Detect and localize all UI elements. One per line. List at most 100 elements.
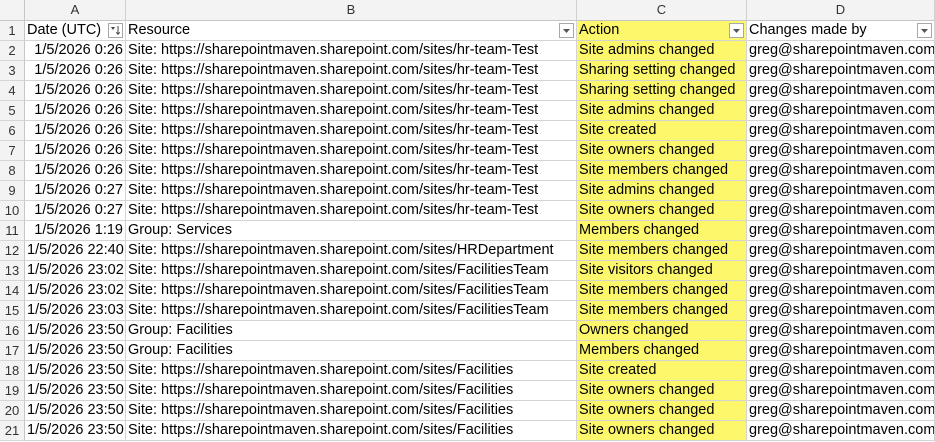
row-header[interactable]: 16 [0,321,25,341]
cell-action[interactable]: Site admins changed [577,101,747,121]
cell-date[interactable]: 1/5/2026 23:02 [25,261,126,281]
cell-date[interactable]: 1/5/2026 23:03 [25,301,126,321]
row-header[interactable]: 12 [0,241,25,261]
cell-changed-by[interactable]: greg@sharepointmaven.com [747,201,935,221]
row-header[interactable]: 3 [0,61,25,81]
column-header-b[interactable]: B [126,0,577,21]
cell-resource[interactable]: Site: https://sharepointmaven.sharepoint… [126,61,577,81]
row-header[interactable]: 19 [0,381,25,401]
cell-date[interactable]: 1/5/2026 0:26 [25,61,126,81]
cell-action[interactable]: Site admins changed [577,181,747,201]
cell-resource[interactable]: Group: Facilities [126,341,577,361]
column-header-a[interactable]: A [25,0,126,21]
cell-action[interactable]: Sharing setting changed [577,81,747,101]
cell-resource[interactable]: Group: Services [126,221,577,241]
cell-changed-by[interactable]: greg@sharepointmaven.com [747,221,935,241]
cell-resource[interactable]: Site: https://sharepointmaven.sharepoint… [126,261,577,281]
select-all-corner[interactable] [0,0,25,21]
cell-date[interactable]: 1/5/2026 0:27 [25,181,126,201]
cell-changed-by[interactable]: greg@sharepointmaven.com [747,401,935,421]
row-header[interactable]: 5 [0,101,25,121]
cell-date[interactable]: 1/5/2026 23:50 [25,381,126,401]
cell-resource[interactable]: Site: https://sharepointmaven.sharepoint… [126,361,577,381]
row-header[interactable]: 1 [0,21,25,41]
filter-button-action[interactable] [729,23,744,38]
cell-changed-by[interactable]: greg@sharepointmaven.com [747,421,935,441]
cell-resource[interactable]: Site: https://sharepointmaven.sharepoint… [126,161,577,181]
column-header-c[interactable]: C [577,0,747,21]
cell-date[interactable]: 1/5/2026 1:19 [25,221,126,241]
cell-changed-by[interactable]: greg@sharepointmaven.com [747,341,935,361]
cell-resource[interactable]: Site: https://sharepointmaven.sharepoint… [126,401,577,421]
row-header[interactable]: 9 [0,181,25,201]
row-header[interactable]: 17 [0,341,25,361]
cell-changed-by[interactable]: greg@sharepointmaven.com [747,261,935,281]
row-header[interactable]: 20 [0,401,25,421]
cell-action[interactable]: Site owners changed [577,201,747,221]
cell-changed-by[interactable]: greg@sharepointmaven.com [747,241,935,261]
cell-date[interactable]: 1/5/2026 0:27 [25,201,126,221]
cell-action[interactable]: Site visitors changed [577,261,747,281]
row-header[interactable]: 21 [0,421,25,441]
row-header[interactable]: 15 [0,301,25,321]
cell-resource[interactable]: Site: https://sharepointmaven.sharepoint… [126,141,577,161]
cell-resource[interactable]: Group: Facilities [126,321,577,341]
cell-date[interactable]: 1/5/2026 0:26 [25,101,126,121]
cell-resource[interactable]: Site: https://sharepointmaven.sharepoint… [126,301,577,321]
cell-changed-by[interactable]: greg@sharepointmaven.com [747,361,935,381]
cell-date[interactable]: 1/5/2026 0:26 [25,41,126,61]
row-header[interactable]: 2 [0,41,25,61]
row-header[interactable]: 10 [0,201,25,221]
cell-action[interactable]: Site admins changed [577,41,747,61]
cell-date[interactable]: 1/5/2026 22:40 [25,241,126,261]
cell-resource[interactable]: Site: https://sharepointmaven.sharepoint… [126,381,577,401]
cell-action[interactable]: Site owners changed [577,381,747,401]
column-header-d[interactable]: D [747,0,935,21]
cell-action[interactable]: Site members changed [577,281,747,301]
cell-changed-by[interactable]: greg@sharepointmaven.com [747,301,935,321]
cell-date[interactable]: 1/5/2026 0:26 [25,121,126,141]
cell-resource[interactable]: Site: https://sharepointmaven.sharepoint… [126,181,577,201]
cell-date[interactable]: 1/5/2026 23:50 [25,401,126,421]
header-cell-resource[interactable]: Resource [126,21,577,41]
cell-resource[interactable]: Site: https://sharepointmaven.sharepoint… [126,121,577,141]
cell-action[interactable]: Members changed [577,221,747,241]
cell-resource[interactable]: Site: https://sharepointmaven.sharepoint… [126,421,577,441]
cell-resource[interactable]: Site: https://sharepointmaven.sharepoint… [126,241,577,261]
cell-action[interactable]: Site members changed [577,161,747,181]
cell-resource[interactable]: Site: https://sharepointmaven.sharepoint… [126,201,577,221]
cell-action[interactable]: Site owners changed [577,421,747,441]
filter-button-resource[interactable] [559,23,574,38]
sort-filter-button-date[interactable] [108,23,123,38]
cell-date[interactable]: 1/5/2026 23:50 [25,321,126,341]
cell-action[interactable]: Owners changed [577,321,747,341]
cell-date[interactable]: 1/5/2026 0:26 [25,81,126,101]
cell-changed-by[interactable]: greg@sharepointmaven.com [747,321,935,341]
cell-changed-by[interactable]: greg@sharepointmaven.com [747,101,935,121]
row-header[interactable]: 14 [0,281,25,301]
cell-changed-by[interactable]: greg@sharepointmaven.com [747,121,935,141]
cell-action[interactable]: Site created [577,361,747,381]
cell-date[interactable]: 1/5/2026 23:50 [25,421,126,441]
cell-action[interactable]: Site created [577,121,747,141]
cell-action[interactable]: Site owners changed [577,141,747,161]
cell-resource[interactable]: Site: https://sharepointmaven.sharepoint… [126,81,577,101]
header-cell-action[interactable]: Action [577,21,747,41]
cell-action[interactable]: Sharing setting changed [577,61,747,81]
cell-action[interactable]: Site members changed [577,241,747,261]
cell-resource[interactable]: Site: https://sharepointmaven.sharepoint… [126,41,577,61]
cell-action[interactable]: Site owners changed [577,401,747,421]
cell-resource[interactable]: Site: https://sharepointmaven.sharepoint… [126,281,577,301]
cell-date[interactable]: 1/5/2026 23:02 [25,281,126,301]
cell-resource[interactable]: Site: https://sharepointmaven.sharepoint… [126,101,577,121]
cell-action[interactable]: Site members changed [577,301,747,321]
cell-changed-by[interactable]: greg@sharepointmaven.com [747,181,935,201]
cell-date[interactable]: 1/5/2026 23:50 [25,361,126,381]
cell-changed-by[interactable]: greg@sharepointmaven.com [747,141,935,161]
cell-changed-by[interactable]: greg@sharepointmaven.com [747,61,935,81]
cell-changed-by[interactable]: greg@sharepointmaven.com [747,81,935,101]
header-cell-changed-by[interactable]: Changes made by [747,21,935,41]
row-header[interactable]: 4 [0,81,25,101]
row-header[interactable]: 11 [0,221,25,241]
cell-action[interactable]: Members changed [577,341,747,361]
